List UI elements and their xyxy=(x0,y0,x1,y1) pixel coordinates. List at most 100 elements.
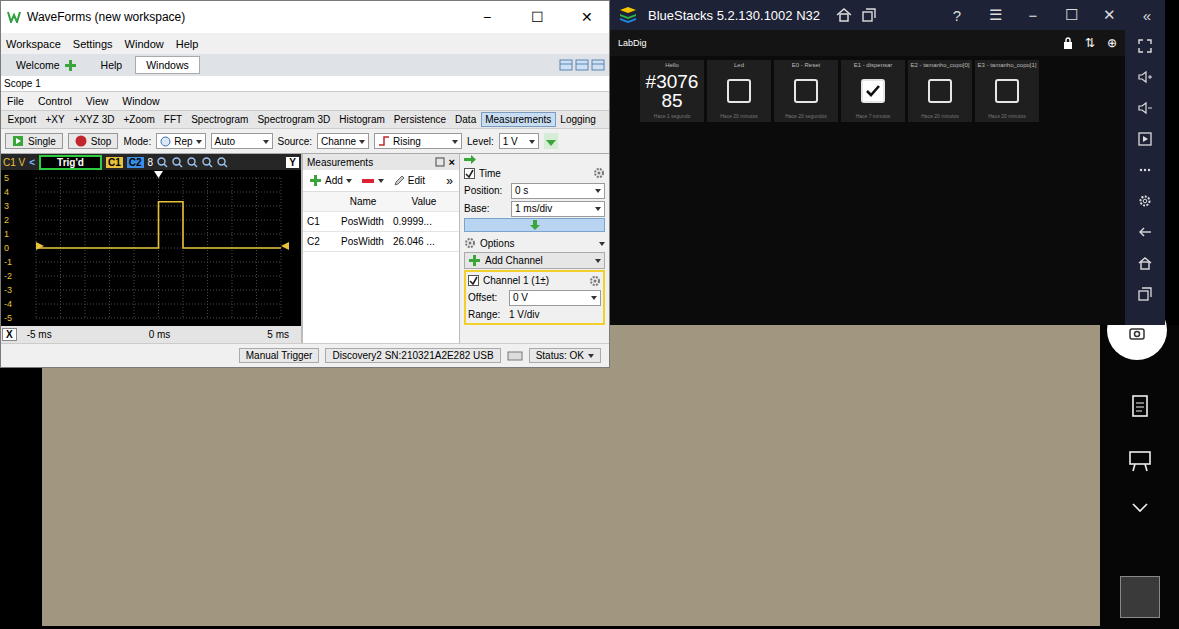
toolbar-button[interactable]: Spectrogram 3D xyxy=(253,112,335,127)
table-row[interactable]: C1PosWidth0.9999... xyxy=(303,212,459,232)
single-button[interactable]: Single xyxy=(5,133,63,149)
toolbar-button[interactable]: +XYZ 3D xyxy=(69,112,119,127)
tab[interactable]: Welcome xyxy=(5,56,88,75)
app-action[interactable]: ⇅ xyxy=(1085,36,1095,50)
dashboard-tile[interactable]: E2 - tamanho_copo[0]Hace 20 minutos xyxy=(908,60,972,122)
layout-icon[interactable] xyxy=(575,59,589,71)
channel-chip[interactable]: C2 xyxy=(127,157,144,168)
menu-item[interactable]: Window xyxy=(125,38,164,50)
y-axis-button[interactable]: Y xyxy=(286,157,299,168)
volume-up-icon[interactable] xyxy=(1138,70,1152,84)
fullscreen-icon[interactable] xyxy=(1138,39,1152,53)
toolbar-button[interactable]: FFT xyxy=(159,112,186,127)
add-button[interactable]: Add xyxy=(325,175,343,186)
more-icon[interactable] xyxy=(1138,163,1152,177)
zoom-icon[interactable] xyxy=(157,157,168,168)
window-button[interactable]: ✕ xyxy=(565,9,609,25)
home-icon[interactable] xyxy=(836,8,852,22)
menu-item[interactable]: Control xyxy=(38,95,72,107)
multi-instance-icon[interactable] xyxy=(862,8,876,22)
presentation-icon[interactable] xyxy=(1129,450,1151,472)
screen-record-icon[interactable] xyxy=(1138,132,1152,146)
edit-icon[interactable] xyxy=(393,175,405,187)
window-button[interactable]: ? xyxy=(943,7,971,24)
back-icon[interactable] xyxy=(1138,225,1152,239)
toolbar-button[interactable]: Measurements xyxy=(481,112,556,127)
lock-icon[interactable] xyxy=(1063,37,1073,49)
menu-item[interactable]: View xyxy=(86,95,109,107)
toolbar-button[interactable]: Persistence xyxy=(389,112,450,127)
gear-icon[interactable] xyxy=(589,275,601,287)
window-button[interactable]: ✕ xyxy=(1095,6,1123,24)
toolbar-button[interactable]: Logging xyxy=(556,112,601,127)
menu-item[interactable]: File xyxy=(7,95,24,107)
menu-item[interactable]: Help xyxy=(176,38,199,50)
tile-checkbox[interactable] xyxy=(928,79,952,103)
stop-button[interactable]: Stop xyxy=(68,133,119,149)
device-label[interactable]: Discovery2 SN:210321A2E282 USB xyxy=(325,348,500,363)
document-icon[interactable] xyxy=(1131,395,1149,417)
app-action[interactable]: ⊕ xyxy=(1107,36,1117,50)
channel-chip[interactable]: C1 xyxy=(106,157,123,168)
chevron-down-icon[interactable] xyxy=(1131,502,1149,514)
position-select[interactable]: 0 s xyxy=(511,183,605,199)
collapse-arrow-icon[interactable] xyxy=(464,155,476,164)
layout-icon[interactable] xyxy=(591,59,605,71)
edge-select[interactable]: Rising xyxy=(374,133,462,149)
close-button[interactable]: × xyxy=(449,156,455,168)
zoom-icon[interactable] xyxy=(217,157,228,168)
options-row[interactable]: Options xyxy=(464,235,605,251)
mode-select[interactable]: Rep xyxy=(156,133,205,149)
zoom-icon[interactable] xyxy=(172,157,183,168)
level-select[interactable]: 1 V xyxy=(499,133,539,149)
remove-icon[interactable] xyxy=(361,177,375,185)
tab[interactable]: Windows xyxy=(135,56,200,74)
tile-checkbox[interactable] xyxy=(794,79,818,103)
window-button[interactable]: « xyxy=(1133,7,1161,24)
toolbar-button[interactable]: Export xyxy=(3,112,41,127)
apply-bar[interactable] xyxy=(464,218,605,232)
tab[interactable]: Help xyxy=(90,56,134,74)
toolbar-button[interactable]: Spectrogram xyxy=(187,112,253,127)
dashboard-tile[interactable]: LedHace 20 minutos xyxy=(707,60,771,122)
apply-icon[interactable] xyxy=(544,133,558,149)
gear-icon[interactable] xyxy=(1138,194,1152,208)
layout-icon[interactable] xyxy=(559,59,573,71)
tile-checkbox[interactable] xyxy=(727,79,751,103)
range-value[interactable]: 1 V/div xyxy=(509,309,601,320)
trigger-mode-select[interactable]: Auto xyxy=(211,133,273,149)
manual-trigger-button[interactable]: Manual Trigger xyxy=(239,348,320,363)
window-button[interactable]: − xyxy=(465,9,509,25)
source-select[interactable]: Channe xyxy=(317,133,369,149)
x-axis-button[interactable]: X xyxy=(2,328,17,341)
zoom-icon[interactable] xyxy=(187,157,198,168)
zoom-icon[interactable] xyxy=(202,157,213,168)
toolbar-button[interactable]: +Zoom xyxy=(119,112,159,127)
toolbar-button[interactable]: Data xyxy=(451,112,481,127)
recent-apps-icon[interactable] xyxy=(1138,287,1152,301)
home-icon[interactable] xyxy=(1138,256,1152,270)
toolbar-button[interactable]: Histogram xyxy=(335,112,390,127)
menu-item[interactable]: Window xyxy=(122,95,159,107)
base-select[interactable]: 1 ms/div xyxy=(511,201,605,217)
tile-checkbox[interactable] xyxy=(995,79,1019,103)
dashboard-tile[interactable]: E0 - ResetHace 20 segundos xyxy=(774,60,838,122)
table-row[interactable]: C2PosWidth26.046 ... xyxy=(303,232,459,252)
add-channel-button[interactable]: Add Channel xyxy=(464,252,605,269)
window-button[interactable]: − xyxy=(1019,7,1047,24)
menu-item[interactable]: Workspace xyxy=(6,38,61,50)
previous-button[interactable]: < xyxy=(29,157,35,168)
float-icon[interactable] xyxy=(435,157,445,167)
menu-item[interactable]: Settings xyxy=(73,38,113,50)
window-button[interactable]: ☐ xyxy=(1057,6,1085,24)
gear-icon[interactable] xyxy=(593,167,605,179)
gallery-thumbnail[interactable] xyxy=(1120,576,1160,618)
window-button[interactable]: ☰ xyxy=(981,6,1009,24)
dashboard-tile[interactable]: E1 - dispensarHace 7 minutos xyxy=(841,60,905,122)
device-icon[interactable] xyxy=(507,350,523,362)
edit-button[interactable]: Edit xyxy=(408,175,425,186)
tile-checkbox[interactable] xyxy=(861,79,885,103)
status-dropdown[interactable]: Status: OK xyxy=(529,348,601,363)
window-button[interactable]: ☐ xyxy=(515,9,559,25)
channel-checkbox[interactable] xyxy=(468,275,479,286)
